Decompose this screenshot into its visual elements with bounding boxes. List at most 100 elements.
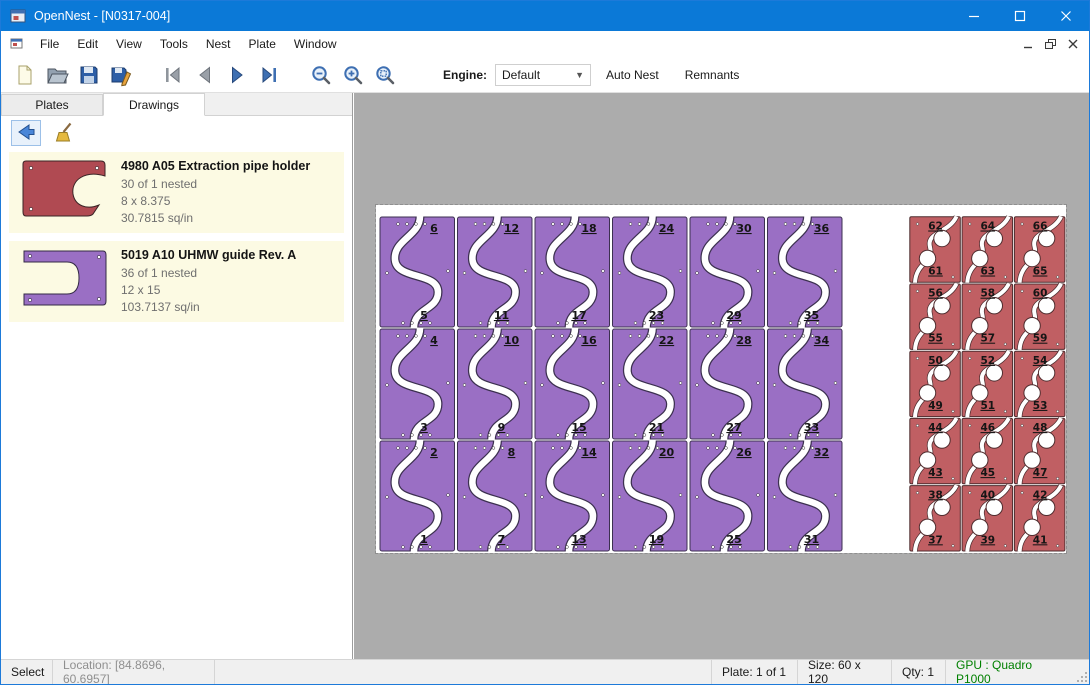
nest-pair-purple[interactable]: 34 33	[768, 329, 843, 440]
open-button[interactable]	[41, 60, 73, 90]
nest-pair-purple[interactable]: 1817	[535, 217, 610, 328]
part-number[interactable]: 1	[420, 533, 428, 546]
menu-edit[interactable]: Edit	[68, 32, 107, 56]
first-plate-button[interactable]	[157, 60, 189, 90]
part-number[interactable]: 59	[1033, 333, 1048, 345]
part-number[interactable]: 10	[504, 334, 520, 347]
resize-grip[interactable]	[1073, 660, 1089, 684]
part-number[interactable]: 52	[980, 355, 995, 367]
nest-pair-red[interactable]: 62 61	[910, 217, 961, 283]
part-number[interactable]: 53	[1033, 400, 1048, 412]
nest-pair-purple[interactable]: 26 25	[690, 441, 765, 552]
part-number[interactable]: 16	[581, 334, 597, 347]
part-number[interactable]: 50	[928, 355, 943, 367]
part-number[interactable]: 5	[420, 309, 428, 322]
part-number[interactable]: 42	[1033, 489, 1048, 501]
part-number[interactable]: 19	[649, 533, 664, 546]
nest-pair-red[interactable]: 64 63	[962, 217, 1013, 283]
menu-view[interactable]: View	[107, 32, 151, 56]
part-number[interactable]: 15	[571, 421, 586, 434]
part-number[interactable]: 28	[736, 334, 751, 347]
part-number[interactable]: 43	[928, 467, 943, 479]
nest-pair-purple[interactable]: 22 21	[613, 329, 688, 440]
clear-button[interactable]	[51, 120, 81, 146]
nest-pair-red[interactable]: 44 43	[910, 418, 961, 484]
part-number[interactable]: 21	[649, 421, 664, 434]
part-number[interactable]: 6	[430, 222, 438, 235]
nest-pair-red[interactable]: 60 59	[1014, 284, 1065, 350]
auto-nest-button[interactable]: Auto Nest	[595, 62, 670, 88]
send-to-nest-button[interactable]	[11, 120, 41, 146]
part-number[interactable]: 66	[1033, 221, 1048, 233]
list-item[interactable]: 4980 A05 Extraction pipe holder 30 of 1 …	[9, 152, 344, 233]
nest-pair-purple[interactable]: 43	[380, 329, 455, 440]
part-number[interactable]: 27	[726, 421, 741, 434]
menu-plate[interactable]: Plate	[240, 32, 285, 56]
part-number[interactable]: 54	[1033, 355, 1048, 367]
maximize-button[interactable]	[997, 1, 1043, 31]
part-number[interactable]: 65	[1033, 266, 1048, 278]
nest-pair-purple[interactable]: 30 29	[690, 217, 765, 328]
nest-pair-red[interactable]: 46 45	[962, 418, 1013, 484]
nest-pair-purple[interactable]: 10 9	[458, 329, 533, 440]
nest-pair-purple[interactable]: 2019	[613, 441, 688, 552]
part-number[interactable]: 62	[928, 221, 943, 233]
part-number[interactable]: 63	[980, 266, 995, 278]
part-number[interactable]: 48	[1033, 422, 1048, 434]
mdi-minimize-button[interactable]	[1022, 38, 1034, 50]
part-number[interactable]: 34	[814, 334, 830, 347]
part-number[interactable]: 45	[980, 467, 995, 479]
part-number[interactable]: 30	[736, 222, 752, 235]
part-number[interactable]: 36	[814, 222, 830, 235]
nest-pair-red[interactable]: 3837	[910, 485, 961, 551]
nest-pair-purple[interactable]: 3231	[768, 441, 843, 552]
plate[interactable]: 6512111817242330293635431091615222128273…	[376, 205, 1066, 553]
part-number[interactable]: 64	[980, 221, 995, 233]
part-number[interactable]: 11	[494, 309, 509, 322]
nest-pair-red[interactable]: 4039	[962, 485, 1013, 551]
nest-pair-red[interactable]: 54 53	[1014, 351, 1065, 417]
save-as-button[interactable]	[105, 60, 137, 90]
part-number[interactable]: 32	[814, 446, 829, 459]
part-number[interactable]: 29	[726, 309, 741, 322]
remnants-button[interactable]: Remnants	[674, 62, 751, 88]
nest-pair-purple[interactable]: 87	[458, 441, 533, 552]
mdi-close-button[interactable]	[1067, 38, 1079, 50]
part-number[interactable]: 57	[980, 333, 995, 345]
nest-pair-purple[interactable]: 1615	[535, 329, 610, 440]
part-number[interactable]: 58	[980, 288, 995, 300]
mdi-restore-button[interactable]	[1044, 38, 1057, 50]
part-number[interactable]: 8	[508, 446, 516, 459]
part-number[interactable]: 22	[659, 334, 674, 347]
part-number[interactable]: 56	[928, 288, 943, 300]
part-number[interactable]: 14	[581, 446, 597, 459]
part-number[interactable]: 4	[430, 334, 438, 347]
list-item[interactable]: 5019 A10 UHMW guide Rev. A 36 of 1 neste…	[9, 241, 344, 322]
part-number[interactable]: 46	[980, 422, 995, 434]
part-number[interactable]: 44	[928, 422, 943, 434]
part-number[interactable]: 23	[649, 309, 664, 322]
part-number[interactable]: 61	[928, 266, 943, 278]
zoom-in-button[interactable]	[337, 60, 369, 90]
part-number[interactable]: 24	[659, 222, 675, 235]
part-number[interactable]: 26	[736, 446, 752, 459]
part-number[interactable]: 38	[928, 489, 943, 501]
part-number[interactable]: 33	[804, 421, 819, 434]
nest-pair-purple[interactable]: 36 35	[768, 217, 843, 328]
menu-file[interactable]: File	[31, 32, 68, 56]
part-number[interactable]: 35	[804, 309, 819, 322]
part-number[interactable]: 25	[726, 533, 741, 546]
part-number[interactable]: 2	[430, 446, 438, 459]
menu-nest[interactable]: Nest	[197, 32, 240, 56]
nest-pair-purple[interactable]: 28 27	[690, 329, 765, 440]
part-number[interactable]: 60	[1033, 288, 1048, 300]
menu-window[interactable]: Window	[285, 32, 346, 56]
nest-pair-red[interactable]: 66 65	[1014, 217, 1065, 283]
part-number[interactable]: 9	[498, 421, 506, 434]
minimize-button[interactable]	[951, 1, 997, 31]
part-number[interactable]: 49	[928, 400, 943, 412]
part-number[interactable]: 3	[420, 421, 428, 434]
part-number[interactable]: 20	[659, 446, 675, 459]
nest-pair-purple[interactable]: 1211	[458, 217, 533, 328]
part-number[interactable]: 41	[1033, 534, 1048, 546]
